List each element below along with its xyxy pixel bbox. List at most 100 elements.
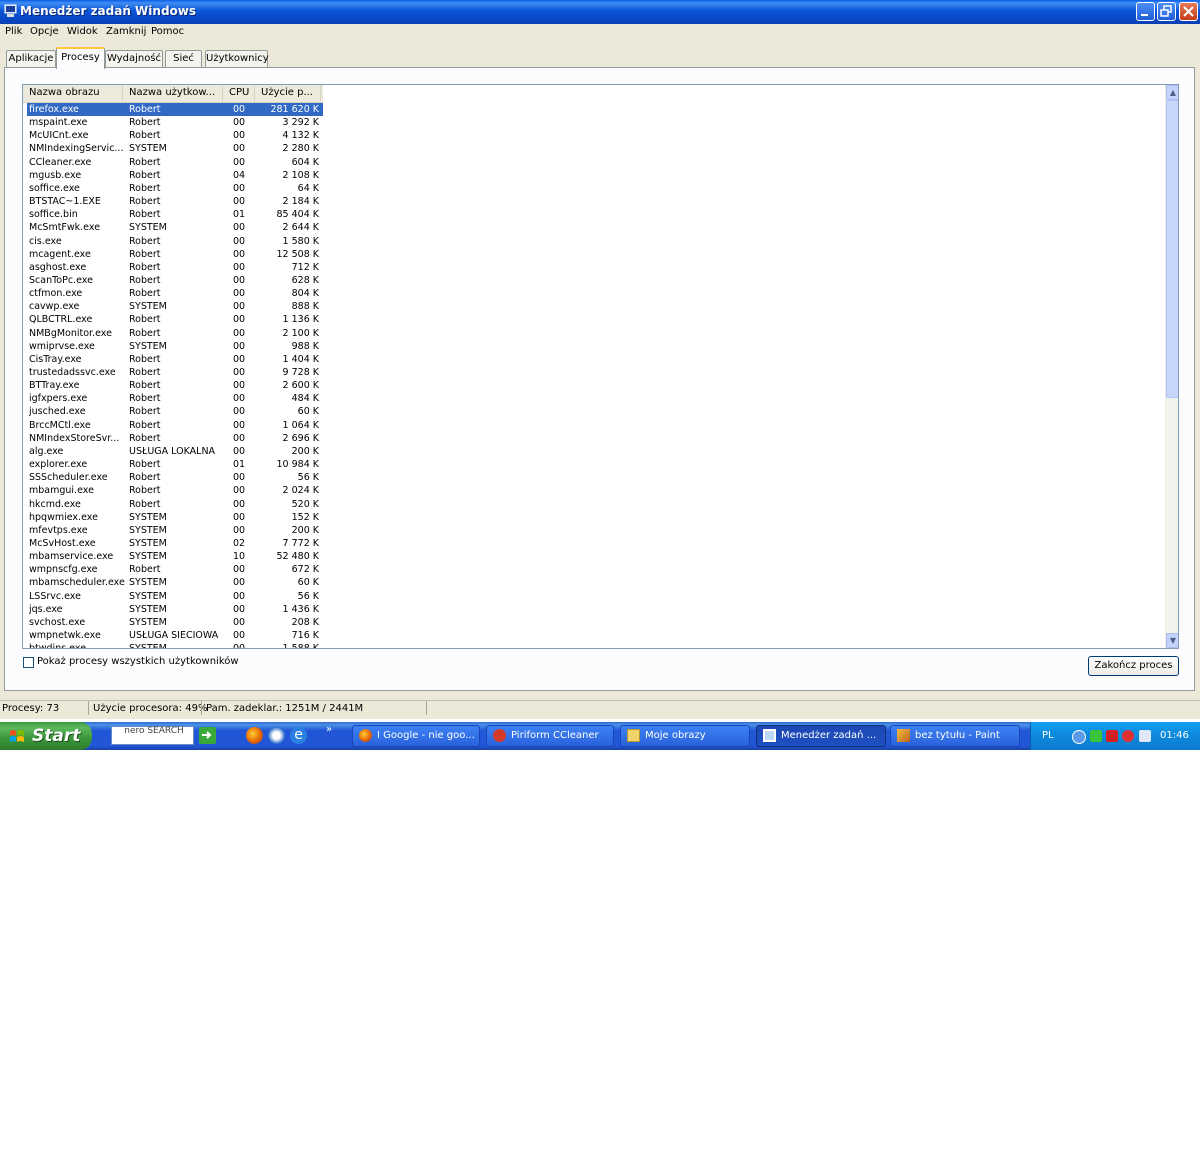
vertical-scrollbar[interactable]: ▲ ▼ [1165,85,1178,648]
table-row[interactable]: mfevtps.exe SYSTEM 00 200 K [27,524,323,537]
table-row[interactable]: mgusb.exe Robert 04 2 108 K [27,169,323,182]
taskmgr-icon [763,729,776,742]
task-my-pictures[interactable]: Moje obrazy [620,725,750,747]
column-memory[interactable]: Użycie p... [255,85,321,101]
tab-performance[interactable]: Wydajność [105,50,163,67]
table-row[interactable]: LSSrvc.exe SYSTEM 00 56 K [27,590,323,603]
table-row[interactable]: NMIndexingServic... SYSTEM 00 2 280 K [27,142,323,155]
scroll-thumb[interactable] [1166,100,1178,398]
table-row[interactable]: CCleaner.exe Robert 00 604 K [27,156,323,169]
table-row[interactable]: NMIndexStoreSvr... Robert 00 2 696 K [27,432,323,445]
more-quicklaunch-icon[interactable]: » [326,724,332,735]
tray-collapse-icon[interactable] [1072,730,1086,744]
tab-users[interactable]: Użytkownicy [205,50,269,67]
table-row[interactable]: SSScheduler.exe Robert 00 56 K [27,471,323,484]
table-row[interactable]: firefox.exe Robert 00 281 620 K [27,103,323,116]
table-row[interactable]: alg.exe USŁUGA LOKALNA 00 200 K [27,445,323,458]
column-user-name[interactable]: Nazwa użytkow... [123,85,223,101]
menu-file[interactable]: Plik [5,26,22,37]
task-firefox[interactable]: I Google - nie goo... [352,725,480,747]
process-memory: 152 K [291,511,319,523]
app-quicklaunch-icon[interactable] [268,727,285,744]
menu-options[interactable]: Opcje [30,26,59,37]
table-row[interactable]: igfxpers.exe Robert 00 484 K [27,392,323,405]
process-name: hkcmd.exe [29,498,81,510]
scroll-down-button[interactable]: ▼ [1166,633,1178,648]
menu-help[interactable]: Pomoc [151,26,184,37]
table-row[interactable]: cis.exe Robert 00 1 580 K [27,235,323,248]
scroll-up-button[interactable]: ▲ [1166,85,1178,100]
table-row[interactable]: McUICnt.exe Robert 00 4 132 K [27,129,323,142]
process-name: LSSrvc.exe [29,590,81,602]
process-user: SYSTEM [129,590,167,602]
show-all-checkbox[interactable] [23,657,34,668]
table-row[interactable]: wmpnetwk.exe USŁUGA SIECIOWA 00 716 K [27,629,323,642]
task-paint[interactable]: bez tytułu - Paint [890,725,1020,747]
firefox-quicklaunch-icon[interactable] [246,727,263,744]
show-all-label[interactable]: Pokaż procesy wszystkich użytkowników [37,656,239,667]
table-row[interactable]: wmiprvse.exe SYSTEM 00 988 K [27,340,323,353]
table-row[interactable]: btwdins.exe SYSTEM 00 1 588 K [27,642,323,648]
close-button[interactable] [1179,2,1198,21]
process-name: asghost.exe [29,261,87,273]
process-list[interactable]: Nazwa obrazu Nazwa użytkow... CPU Użycie… [22,84,1179,649]
table-row[interactable]: asghost.exe Robert 00 712 K [27,261,323,274]
process-name: QLBCTRL.exe [29,314,93,326]
column-image-name[interactable]: Nazwa obrazu [23,85,123,101]
green-arrow-icon[interactable] [199,727,216,744]
table-row[interactable]: soffice.exe Robert 00 64 K [27,182,323,195]
table-row[interactable]: CisTray.exe Robert 00 1 404 K [27,353,323,366]
minimize-button[interactable] [1136,2,1155,21]
table-row[interactable]: McSvHost.exe SYSTEM 02 7 772 K [27,537,323,550]
table-row[interactable]: ctfmon.exe Robert 00 804 K [27,287,323,300]
internet-explorer-icon[interactable]: e [290,727,307,744]
table-row[interactable]: BTTray.exe Robert 00 2 600 K [27,379,323,392]
tab-applications[interactable]: Aplikacje [6,50,56,67]
end-process-button[interactable]: Zakończ proces [1088,656,1179,676]
process-memory: 2 280 K [282,143,319,155]
table-row[interactable]: BrccMCtl.exe Robert 00 1 064 K [27,419,323,432]
task-ccleaner[interactable]: Piriform CCleaner [486,725,614,747]
table-row[interactable]: wmpnscfg.exe Robert 00 672 K [27,563,323,576]
process-name: wmpnscfg.exe [29,564,98,576]
table-row[interactable]: NMBgMonitor.exe Robert 00 2 100 K [27,327,323,340]
table-row[interactable]: mbamscheduler.exe SYSTEM 00 60 K [27,576,323,589]
table-row[interactable]: mbamgui.exe Robert 00 2 024 K [27,484,323,497]
table-row[interactable]: soffice.bin Robert 01 85 404 K [27,208,323,221]
column-cpu[interactable]: CPU [223,85,255,101]
language-indicator[interactable]: PL [1042,730,1054,741]
table-row[interactable]: jusched.exe Robert 00 60 K [27,405,323,418]
process-name: igfxpers.exe [29,393,88,405]
table-row[interactable]: ScanToPc.exe Robert 00 628 K [27,274,323,287]
tab-network[interactable]: Sieć [165,50,202,67]
volume-icon[interactable] [1139,730,1151,742]
mcafee-icon[interactable] [1106,730,1118,742]
table-row[interactable]: mspaint.exe Robert 00 3 292 K [27,116,323,129]
process-cpu: 00 [233,564,246,576]
table-row[interactable]: trustedadssvc.exe Robert 00 9 728 K [27,366,323,379]
table-row[interactable]: QLBCTRL.exe Robert 00 1 136 K [27,313,323,326]
table-row[interactable]: hkcmd.exe Robert 00 520 K [27,498,323,511]
tab-processes[interactable]: Procesy [56,47,105,69]
restore-button[interactable] [1157,2,1176,21]
security-shield-icon[interactable] [1122,730,1134,742]
process-name: mspaint.exe [29,117,88,129]
process-user: Robert [129,472,161,484]
table-row[interactable]: cavwp.exe SYSTEM 00 888 K [27,300,323,313]
ccleaner-icon [493,729,506,742]
menu-shutdown[interactable]: Zamknij [106,26,146,37]
table-row[interactable]: BTSTAC~1.EXE Robert 00 2 184 K [27,195,323,208]
tray-app-icon[interactable] [1090,730,1102,742]
process-cpu: 10 [233,551,246,563]
table-row[interactable]: mbamservice.exe SYSTEM 10 52 480 K [27,550,323,563]
task-task-manager[interactable]: Menedżer zadań ... [756,725,886,747]
table-row[interactable]: McSmtFwk.exe SYSTEM 00 2 644 K [27,221,323,234]
table-row[interactable]: svchost.exe SYSTEM 00 208 K [27,616,323,629]
table-row[interactable]: mcagent.exe Robert 00 12 508 K [27,248,323,261]
table-row[interactable]: hpqwmiex.exe SYSTEM 00 152 K [27,511,323,524]
menu-view[interactable]: Widok [67,26,98,37]
table-row[interactable]: explorer.exe Robert 01 10 984 K [27,458,323,471]
process-name: mbamservice.exe [29,551,114,563]
table-row[interactable]: jqs.exe SYSTEM 00 1 436 K [27,603,323,616]
minimize-icon [1141,14,1148,16]
